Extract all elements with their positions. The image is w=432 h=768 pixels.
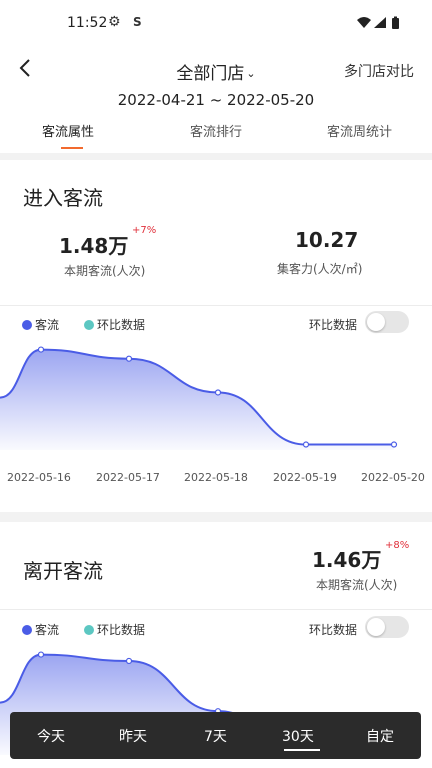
gathering-value: 10.27: [295, 228, 359, 252]
battery-icon: [392, 18, 399, 29]
multi-store-compare-link[interactable]: 多门店对比: [344, 61, 414, 81]
gear-icon: ⚙: [108, 14, 121, 30]
traffic-change: +7%: [132, 225, 157, 236]
legend-compare[interactable]: 环比数据: [84, 316, 145, 333]
card-title: 进入客流: [23, 186, 103, 210]
legend-series[interactable]: 客流: [22, 621, 59, 638]
tab-traffic-attributes[interactable]: 客流属性: [42, 121, 94, 140]
range-selected-indicator: [284, 749, 320, 751]
compare-toggle[interactable]: [365, 616, 409, 638]
x-tick: 2022-05-18: [184, 471, 248, 484]
compare-toggle[interactable]: [365, 311, 409, 333]
store-name: 全部门店: [176, 64, 245, 84]
range-yesterday-button[interactable]: 昨天: [119, 726, 147, 746]
enter-traffic-card: 进入客流 1.48万 +7% 本期客流(人次) 10.27 集客力(人次/㎡) …: [0, 160, 432, 512]
status-time: 11:52: [67, 15, 108, 31]
x-tick: 2022-05-19: [273, 471, 337, 484]
legend-series[interactable]: 客流: [22, 316, 59, 333]
divider: [0, 305, 432, 306]
status-bar: 11:52 ⚙ S: [0, 0, 432, 48]
signal-icon: [374, 17, 386, 28]
traffic-label: 本期客流(人次): [64, 264, 146, 278]
traffic-value: 1.48万: [59, 234, 129, 258]
data-point[interactable]: [37, 651, 45, 658]
s-icon: S: [133, 15, 142, 29]
x-tick: 2022-05-17: [96, 471, 160, 484]
traffic-change: +8%: [385, 540, 410, 551]
data-point[interactable]: [37, 346, 45, 353]
legend-series-label: 客流: [35, 623, 60, 637]
legend-series-label: 客流: [35, 318, 60, 332]
legend-compare-label: 环比数据: [97, 623, 146, 637]
range-30days-button[interactable]: 30天: [282, 726, 314, 746]
card-title: 离开客流: [23, 559, 103, 583]
enter-traffic-chart: [0, 346, 398, 450]
toggle-knob: [367, 313, 385, 331]
tab-bar: 客流属性 客流排行 客流周统计: [0, 118, 432, 153]
traffic-value: 1.46万: [312, 548, 382, 572]
tab-traffic-ranking[interactable]: 客流排行: [190, 121, 242, 140]
date-range-bar: 今天 昨天 7天 30天 自定: [10, 712, 421, 759]
gathering-label: 集客力(人次/㎡): [277, 262, 363, 276]
data-point[interactable]: [214, 389, 222, 396]
status-icons: [356, 15, 404, 34]
tab-weekly-stats[interactable]: 客流周统计: [327, 121, 392, 140]
tab-active-indicator: [61, 147, 83, 149]
chevron-down-icon: ⌄: [246, 67, 256, 80]
legend-compare-label: 环比数据: [97, 318, 146, 332]
x-tick: 2022-05-16: [7, 471, 71, 484]
toggle-label: 环比数据: [309, 623, 358, 637]
data-point[interactable]: [302, 441, 310, 448]
divider: [0, 609, 432, 610]
toggle-label: 环比数据: [309, 318, 358, 332]
data-point[interactable]: [125, 355, 133, 362]
legend-dot: [84, 625, 94, 635]
data-point[interactable]: [390, 441, 398, 448]
header: 全部门店 ⌄ 多门店对比 2022-04-21 ~ 2022-05-20 客流属性…: [0, 48, 432, 153]
range-today-button[interactable]: 今天: [37, 726, 65, 746]
series-area: [0, 349, 394, 450]
legend-dot: [22, 320, 32, 330]
legend-dot: [84, 320, 94, 330]
range-7days-button[interactable]: 7天: [204, 726, 227, 746]
traffic-label: 本期客流(人次): [316, 578, 398, 592]
toggle-knob: [367, 618, 385, 636]
legend-dot: [22, 625, 32, 635]
x-tick: 2022-05-20: [361, 471, 425, 484]
range-custom-button[interactable]: 自定: [366, 726, 394, 746]
data-point[interactable]: [125, 657, 133, 665]
wifi-icon: [357, 17, 371, 28]
date-range[interactable]: 2022-04-21 ~ 2022-05-20: [0, 91, 432, 109]
legend-compare[interactable]: 环比数据: [84, 621, 145, 638]
